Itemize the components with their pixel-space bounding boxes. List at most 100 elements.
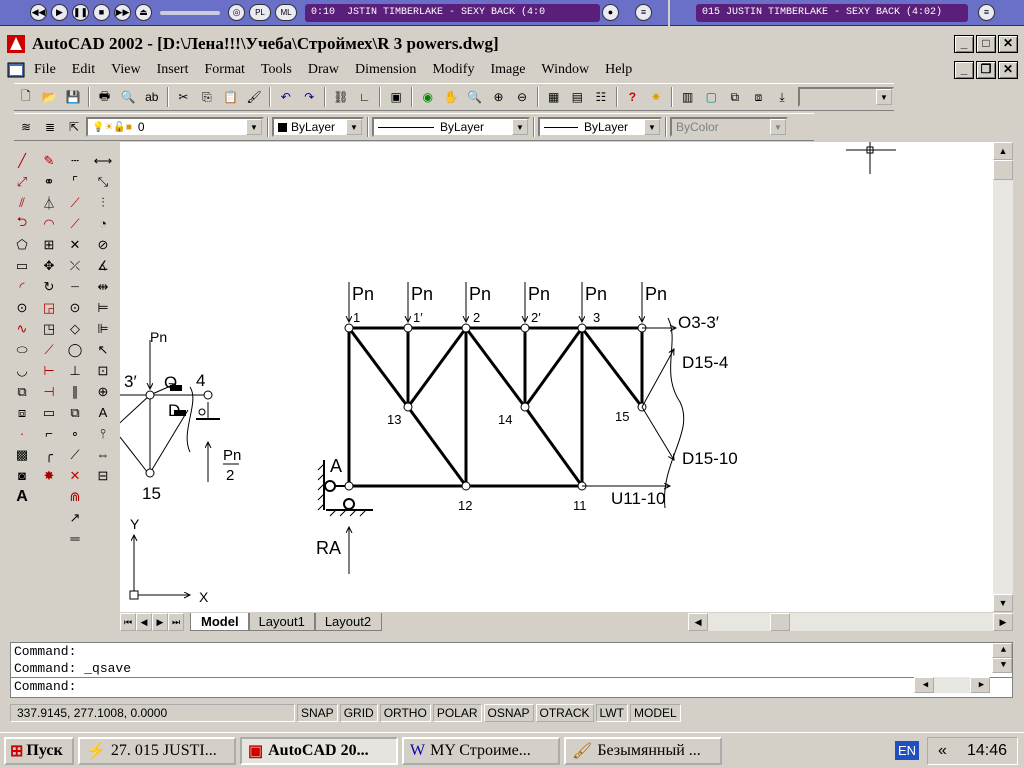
lengthen-icon[interactable]: ⟋ (38, 339, 60, 360)
cut-icon[interactable]: ✂ (174, 87, 194, 107)
tab-layout1[interactable]: Layout1 (247, 613, 316, 631)
tool-palettes-icon[interactable]: ☷ (591, 87, 611, 107)
coordinate-readout[interactable]: 337.9145, 277.1008, 0.0000 (10, 704, 295, 722)
open-icon[interactable]: 📂 (40, 87, 60, 107)
lwt-toggle[interactable]: LWT (595, 704, 628, 722)
hscroll-thumb[interactable] (770, 613, 791, 631)
offset-icon[interactable]: ◠ (38, 213, 60, 234)
spellcheck-icon[interactable]: ab (142, 87, 162, 107)
zoom-realtime-icon[interactable]: 🔍 (465, 87, 485, 107)
prev-track-icon[interactable]: ◀◀ (30, 4, 47, 21)
color-combo[interactable]: ByLayer ▼ (272, 117, 364, 137)
layer-combo[interactable]: 💡☀🔓■ 0 ▼ (86, 117, 264, 137)
menu-draw[interactable]: Draw (300, 62, 347, 78)
design-center-icon[interactable]: ▤ (567, 87, 587, 107)
viewport-clip-icon[interactable]: ⧈ (749, 87, 769, 107)
cmd-hscroll-left-icon[interactable]: ◀ (914, 677, 934, 693)
menu-insert[interactable]: Insert (149, 62, 197, 78)
break-icon[interactable]: ▭ (38, 402, 60, 423)
doc-restore-button[interactable]: ❐ (976, 61, 996, 79)
center-mark-icon[interactable]: ⊕ (92, 381, 114, 402)
close-button[interactable]: ✕ (998, 35, 1018, 53)
ellipse-icon[interactable]: ⬭ (11, 339, 33, 360)
doc-minimize-button[interactable]: _ (954, 61, 974, 79)
dim-aligned-icon[interactable]: ⤡ (92, 171, 114, 192)
dim-angular-icon[interactable]: ∡ (92, 255, 114, 276)
dim-baseline-icon[interactable]: ⊨ (92, 297, 114, 318)
volume-slider[interactable] (160, 10, 220, 15)
hyperlink-icon[interactable]: ⛓ (331, 87, 351, 107)
tab-prev-icon[interactable]: ◀ (136, 613, 152, 631)
cmd-scroll-up-icon[interactable]: ▲ (992, 643, 1012, 658)
cmd-hscroll-track[interactable] (934, 677, 970, 693)
save-icon[interactable]: 💾 (63, 87, 83, 107)
fillet-icon[interactable]: ╭ (38, 444, 60, 465)
snap-apparent-icon[interactable]: ⤫ (64, 255, 86, 276)
model-toggle[interactable]: MODEL (629, 704, 681, 722)
command-window[interactable]: Command: Command: _qsave Command: ▲ ▼ ◀ … (10, 642, 1013, 698)
rotate-icon[interactable]: ↻ (38, 276, 60, 297)
print-preview-icon[interactable]: 🔍 (118, 87, 138, 107)
snap-perpendicular-icon[interactable]: ⊥ (64, 360, 86, 381)
3d-orbit-icon[interactable]: ◉ (418, 87, 438, 107)
dim-ordinate-icon[interactable]: ⫶ (92, 192, 114, 213)
menu-modify[interactable]: Modify (424, 62, 482, 78)
document-icon[interactable] (6, 61, 26, 79)
undo-icon[interactable]: ↶ (276, 87, 296, 107)
scale-icon[interactable]: ◲ (38, 297, 60, 318)
dim-radius-icon[interactable]: ◔ (92, 213, 114, 234)
tab-layout2[interactable]: Layout2 (313, 613, 383, 631)
quick-dim-icon[interactable]: ⇹ (92, 276, 114, 297)
hatch-icon[interactable]: ▩ (11, 444, 33, 465)
menu-edit[interactable]: Edit (64, 62, 103, 78)
stop-icon[interactable]: ■ (93, 4, 110, 21)
spline-icon[interactable]: ∿ (11, 318, 33, 339)
command-prompt[interactable]: Command: (11, 677, 1012, 694)
mirror-icon[interactable]: ⏃ (38, 192, 60, 213)
autocad-app-icon[interactable] (6, 34, 26, 54)
menu-view[interactable]: View (103, 62, 148, 78)
pause-icon[interactable]: ❚❚ (72, 4, 89, 21)
maximize-button[interactable]: □ (976, 35, 996, 53)
playlist-toggle[interactable]: PL (249, 4, 271, 21)
snap-endpoint-icon[interactable]: ⟋ (64, 192, 86, 213)
menu-dimension[interactable]: Dimension (347, 62, 424, 78)
point-icon[interactable]: · (11, 423, 33, 444)
medialib-toggle[interactable]: ML (275, 4, 297, 21)
snap-midpoint-icon[interactable]: ⟋ (64, 213, 86, 234)
dim-style-icon[interactable]: ⊟ (92, 465, 114, 486)
snap-extension-icon[interactable]: ┈ (64, 276, 86, 297)
ortho-toggle[interactable]: ORTHO (379, 704, 431, 722)
start-button[interactable]: ⊞ Пуск (4, 736, 74, 765)
task-winamp[interactable]: ⚡ 27. 015 JUSTI... (78, 736, 236, 765)
erase-icon[interactable]: ✎ (38, 150, 60, 171)
trim-icon[interactable]: ⊢ (38, 360, 60, 381)
tray-expand-icon[interactable]: « (938, 742, 947, 760)
pan-icon[interactable]: ✋ (442, 87, 462, 107)
dim-text-edit-icon[interactable]: ⫯ (92, 423, 114, 444)
snap-node-icon[interactable]: ∘ (64, 423, 86, 444)
viewport-polygon-icon[interactable]: ⧉ (725, 87, 745, 107)
snap-insert-icon[interactable]: ⧉ (64, 402, 86, 423)
print-icon[interactable]: 🖶 (95, 87, 115, 107)
properties-icon[interactable]: ▦ (544, 87, 564, 107)
menu-image[interactable]: Image (482, 62, 533, 78)
zoom-previous-icon[interactable]: ⊖ (512, 87, 532, 107)
viewport-single-icon[interactable]: ▢ (701, 87, 721, 107)
new-icon[interactable]: 🗋 (16, 87, 36, 107)
copy-icon[interactable]: ⎘ (197, 87, 217, 107)
mini-menu-icon[interactable]: ≡ (978, 4, 995, 21)
quick-leader-icon[interactable]: ↖ (92, 339, 114, 360)
cmd-hscroll-right-icon[interactable]: ▶ (970, 677, 990, 693)
ellipse-arc-icon[interactable]: ◡ (11, 360, 33, 381)
snap-nearest-icon[interactable]: ⟋ (64, 444, 86, 465)
snap-from-icon[interactable]: ⌜ (64, 171, 86, 192)
named-views-icon[interactable]: ▣ (386, 87, 406, 107)
temp-track-icon[interactable]: ┄ (64, 150, 86, 171)
hscroll-left-icon[interactable]: ◀ (688, 613, 709, 631)
layer-manager-icon[interactable]: ≋ (16, 117, 36, 137)
scroll-up-icon[interactable]: ▲ (993, 142, 1013, 160)
linetype-combo[interactable]: ByLayer ▼ (372, 117, 530, 137)
move-icon[interactable]: ✥ (38, 255, 60, 276)
osnap-toggle[interactable]: OSNAP (483, 704, 534, 722)
